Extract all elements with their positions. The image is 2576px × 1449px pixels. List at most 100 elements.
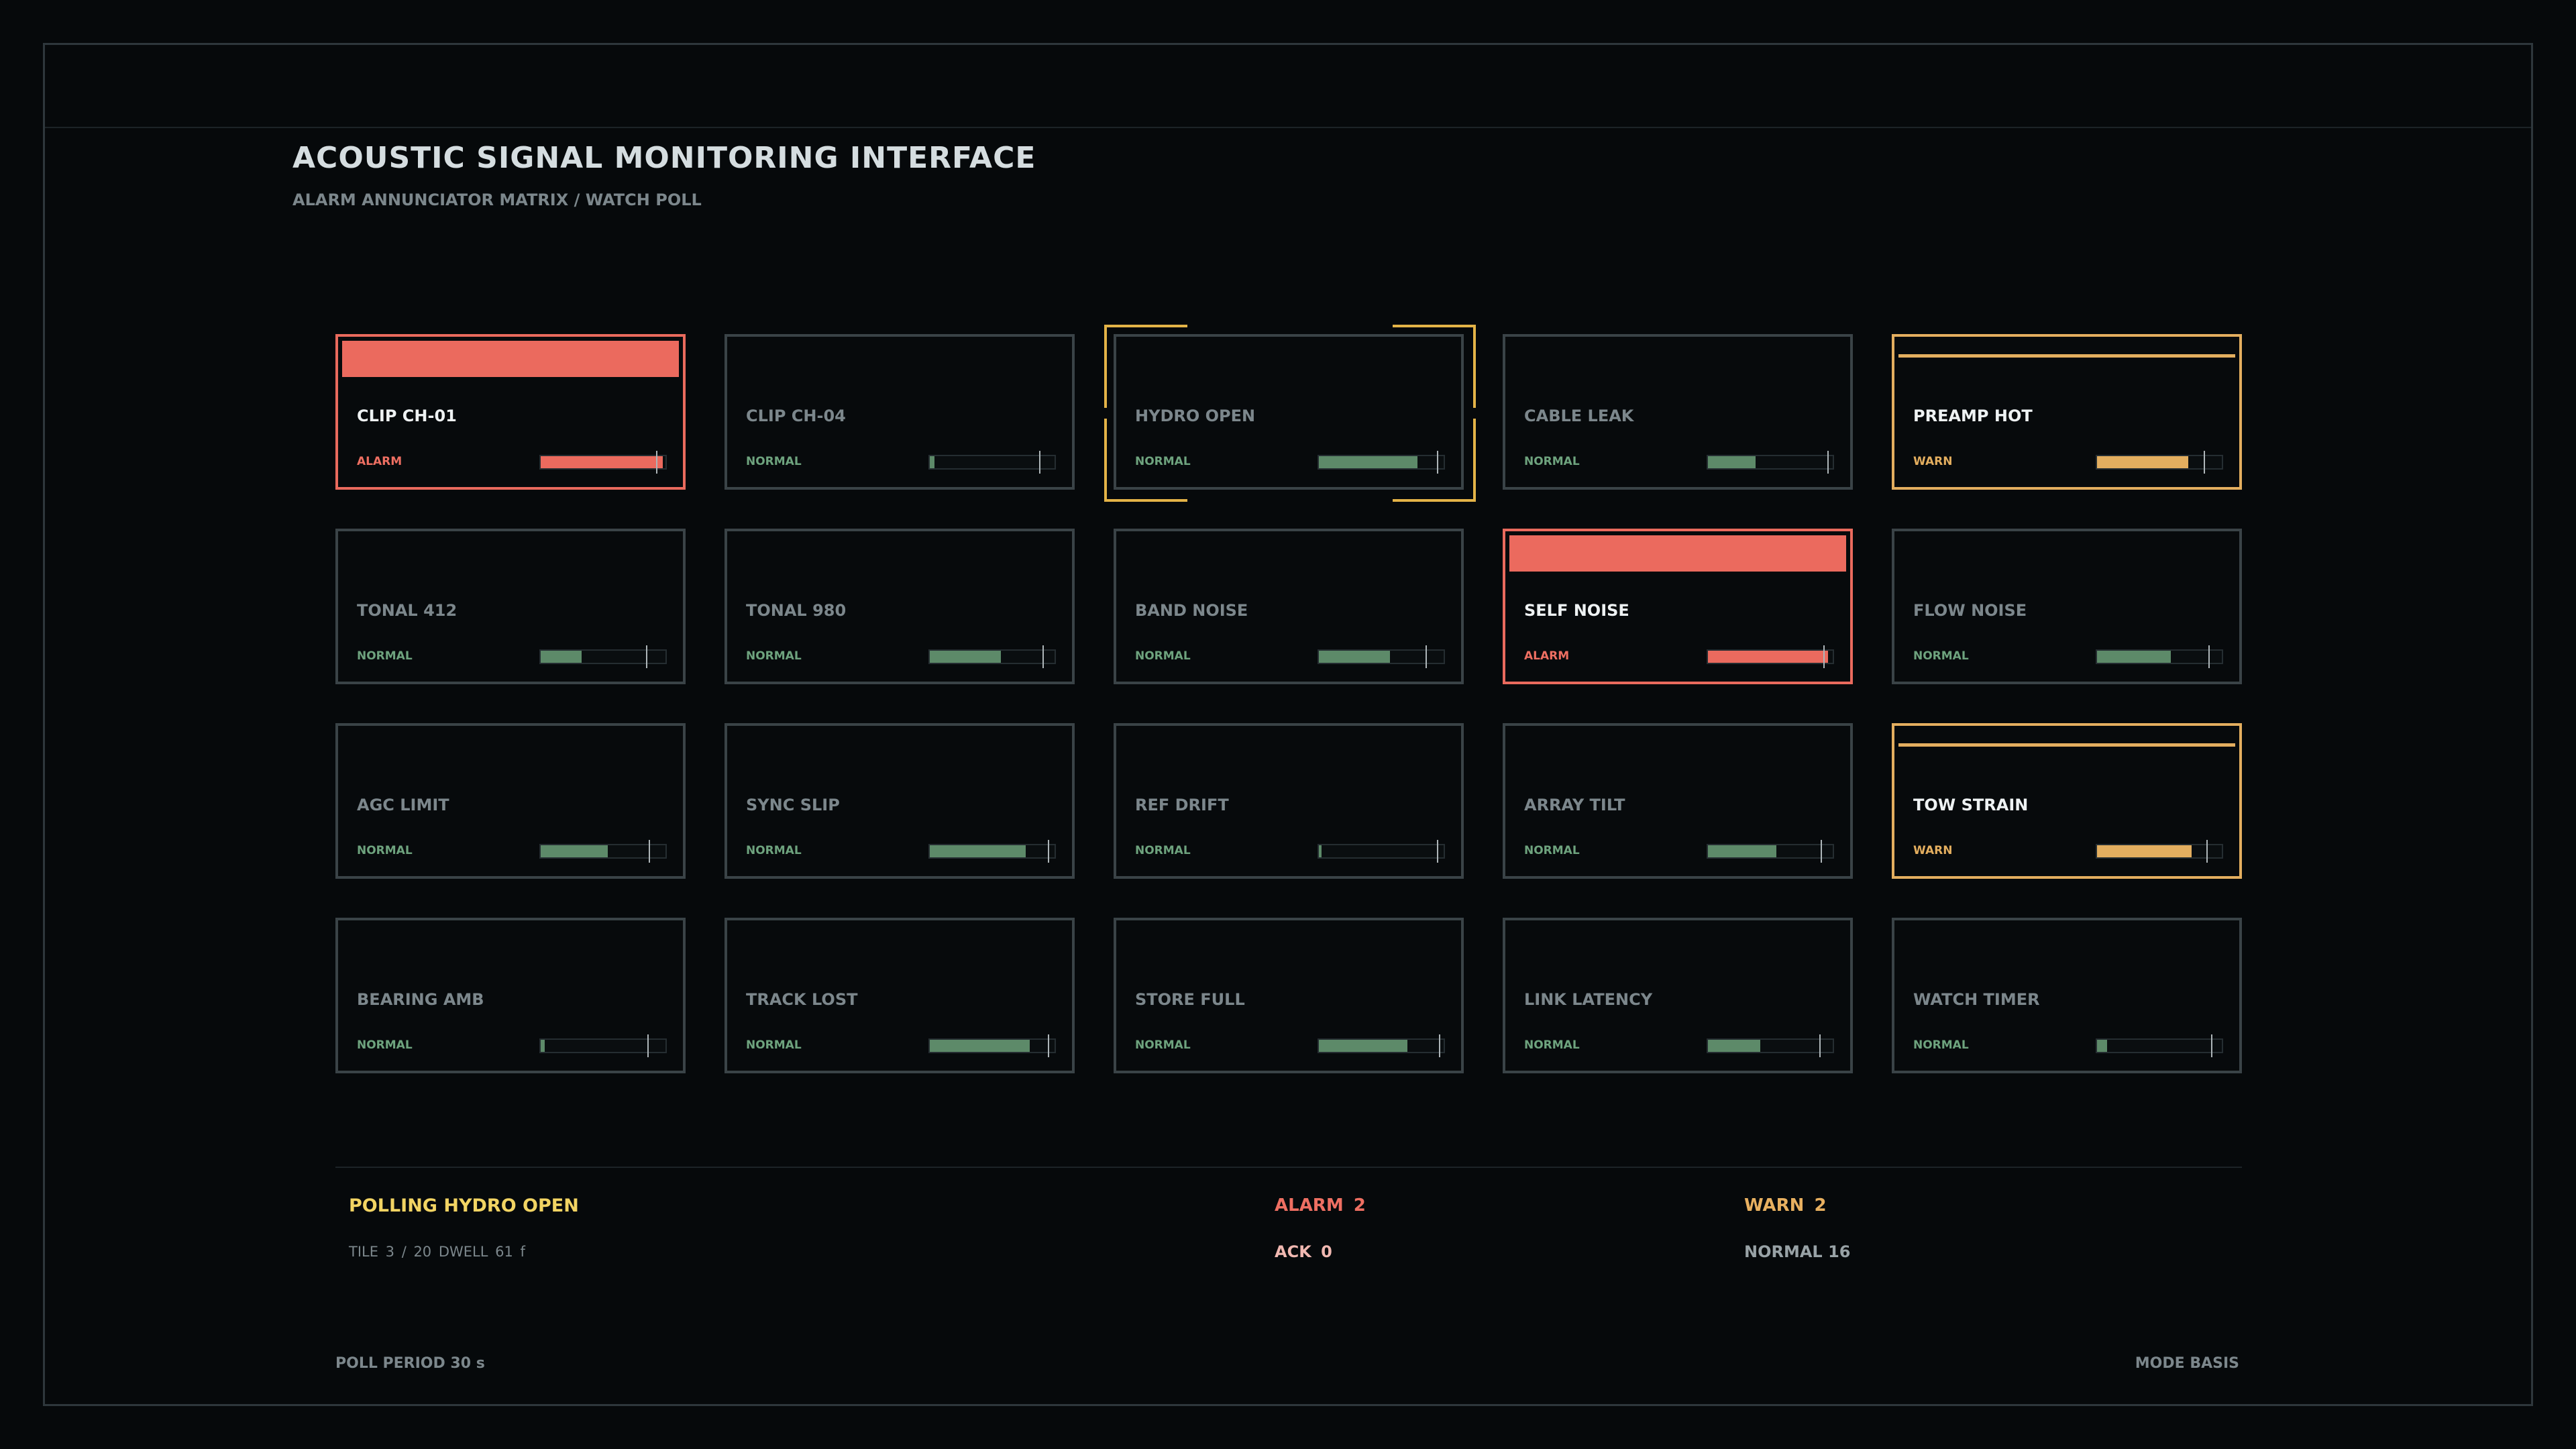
- level-meter: [1707, 840, 1834, 863]
- level-meter: [1707, 645, 1834, 668]
- warn-count: WARN 2: [1744, 1195, 1827, 1216]
- threshold-marker: [1436, 840, 1438, 863]
- level-fill: [2097, 1040, 2107, 1052]
- poll-period: POLL PERIOD 30 s: [335, 1355, 485, 1372]
- tile-name: TOW STRAIN: [1913, 796, 2029, 814]
- tile-state: NORMAL: [1913, 1038, 1969, 1052]
- annunciator-tile[interactable]: LINK LATENCY NORMAL: [1503, 918, 1853, 1073]
- tile-state: NORMAL: [1135, 649, 1191, 663]
- threshold-marker: [648, 840, 650, 863]
- tile-name: SYNC SLIP: [746, 796, 840, 814]
- tile-state: NORMAL: [1135, 844, 1191, 857]
- threshold-marker: [1042, 645, 1044, 668]
- level-meter: [1318, 451, 1445, 474]
- threshold-marker: [2211, 1034, 2213, 1057]
- page-subtitle: ALARM ANNUNCIATOR MATRIX / WATCH POLL: [292, 191, 702, 209]
- tile-name: REF DRIFT: [1135, 796, 1229, 814]
- level-meter: [928, 451, 1056, 474]
- annunciator-tile[interactable]: TOW STRAIN WARN: [1892, 723, 2242, 879]
- level-meter: [539, 645, 667, 668]
- tile-name: STORE FULL: [1135, 990, 1245, 1009]
- level-meter: [1318, 840, 1445, 863]
- threshold-marker: [1819, 1034, 1821, 1057]
- level-fill: [541, 456, 663, 468]
- level-fill: [541, 845, 608, 857]
- threshold-marker: [1823, 645, 1825, 668]
- level-fill: [1319, 845, 1322, 857]
- tile-state: NORMAL: [1913, 649, 1969, 663]
- level-fill: [1708, 845, 1777, 857]
- level-fill: [2097, 845, 2192, 857]
- threshold-marker: [2206, 840, 2208, 863]
- annunciator-tile[interactable]: ARRAY TILT NORMAL: [1503, 723, 1853, 879]
- tile-name: ARRAY TILT: [1524, 796, 1625, 814]
- status-divider: [335, 1167, 2242, 1168]
- annunciator-tile[interactable]: HYDRO OPEN NORMAL: [1114, 334, 1464, 490]
- tile-name: TRACK LOST: [746, 990, 858, 1009]
- level-fill: [541, 1040, 545, 1052]
- threshold-marker: [1425, 645, 1427, 668]
- page-title: ACOUSTIC SIGNAL MONITORING INTERFACE: [292, 141, 1036, 175]
- alarm-flash-bar: [342, 341, 679, 377]
- annunciator-tile[interactable]: CABLE LEAK NORMAL: [1503, 334, 1853, 490]
- annunciator-tile[interactable]: SELF NOISE ALARM: [1503, 529, 1853, 684]
- level-fill: [1708, 1040, 1761, 1052]
- threshold-marker: [1821, 840, 1823, 863]
- annunciator-tile[interactable]: TONAL 412 NORMAL: [335, 529, 686, 684]
- tile-state: NORMAL: [746, 455, 802, 468]
- warn-indicator-line: [1898, 743, 2235, 747]
- annunciator-tile[interactable]: STORE FULL NORMAL: [1114, 918, 1464, 1073]
- tile-name: BEARING AMB: [357, 990, 484, 1009]
- tile-state: NORMAL: [1524, 1038, 1580, 1052]
- annunciator-tile[interactable]: SYNC SLIP NORMAL: [724, 723, 1075, 879]
- tile-state: NORMAL: [746, 844, 802, 857]
- level-fill: [1319, 1040, 1408, 1052]
- tile-state: NORMAL: [357, 1038, 413, 1052]
- level-meter: [928, 645, 1056, 668]
- tile-state: NORMAL: [746, 649, 802, 663]
- tile-state: NORMAL: [357, 649, 413, 663]
- threshold-marker: [1436, 451, 1438, 474]
- tile-name: BAND NOISE: [1135, 601, 1248, 620]
- threshold-marker: [647, 1034, 649, 1057]
- annunciator-tile[interactable]: CLIP CH-01 ALARM: [335, 334, 686, 490]
- tile-name: CABLE LEAK: [1524, 407, 1634, 425]
- annunciator-tile[interactable]: AGC LIMIT NORMAL: [335, 723, 686, 879]
- annunciator-tile[interactable]: BEARING AMB NORMAL: [335, 918, 686, 1073]
- tile-state: WARN: [1913, 844, 1953, 857]
- tile-name: TONAL 980: [746, 601, 847, 620]
- annunciator-tile[interactable]: FLOW NOISE NORMAL: [1892, 529, 2242, 684]
- threshold-marker: [1439, 1034, 1441, 1057]
- level-meter: [2096, 1034, 2223, 1057]
- level-fill: [930, 456, 935, 468]
- warn-indicator-line: [1898, 354, 2235, 358]
- level-fill: [2097, 456, 2188, 468]
- level-meter: [2096, 645, 2223, 668]
- threshold-marker: [1038, 451, 1040, 474]
- threshold-marker: [2203, 451, 2205, 474]
- annunciator-tile[interactable]: WATCH TIMER NORMAL: [1892, 918, 2242, 1073]
- annunciator-tile[interactable]: TRACK LOST NORMAL: [724, 918, 1075, 1073]
- annunciator-tile[interactable]: PREAMP HOT WARN: [1892, 334, 2242, 490]
- annunciator-tile[interactable]: TONAL 980 NORMAL: [724, 529, 1075, 684]
- tile-name: CLIP CH-01: [357, 407, 457, 425]
- threshold-marker: [1047, 840, 1049, 863]
- level-meter: [1318, 1034, 1445, 1057]
- top-bar: [45, 45, 2531, 128]
- level-meter: [928, 840, 1056, 863]
- tile-name: CLIP CH-04: [746, 407, 846, 425]
- tile-state: NORMAL: [746, 1038, 802, 1052]
- tile-name: FLOW NOISE: [1913, 601, 2027, 620]
- tile-state: NORMAL: [1135, 455, 1191, 468]
- tile-state: ALARM: [357, 455, 402, 468]
- annunciator-tile[interactable]: BAND NOISE NORMAL: [1114, 529, 1464, 684]
- threshold-marker: [655, 451, 657, 474]
- annunciator-tile[interactable]: CLIP CH-04 NORMAL: [724, 334, 1075, 490]
- tile-name: LINK LATENCY: [1524, 990, 1653, 1009]
- level-fill: [2097, 651, 2171, 663]
- tile-state: ALARM: [1524, 649, 1570, 663]
- tile-state: NORMAL: [1135, 1038, 1191, 1052]
- level-meter: [2096, 840, 2223, 863]
- annunciator-tile[interactable]: REF DRIFT NORMAL: [1114, 723, 1464, 879]
- level-meter: [539, 451, 667, 474]
